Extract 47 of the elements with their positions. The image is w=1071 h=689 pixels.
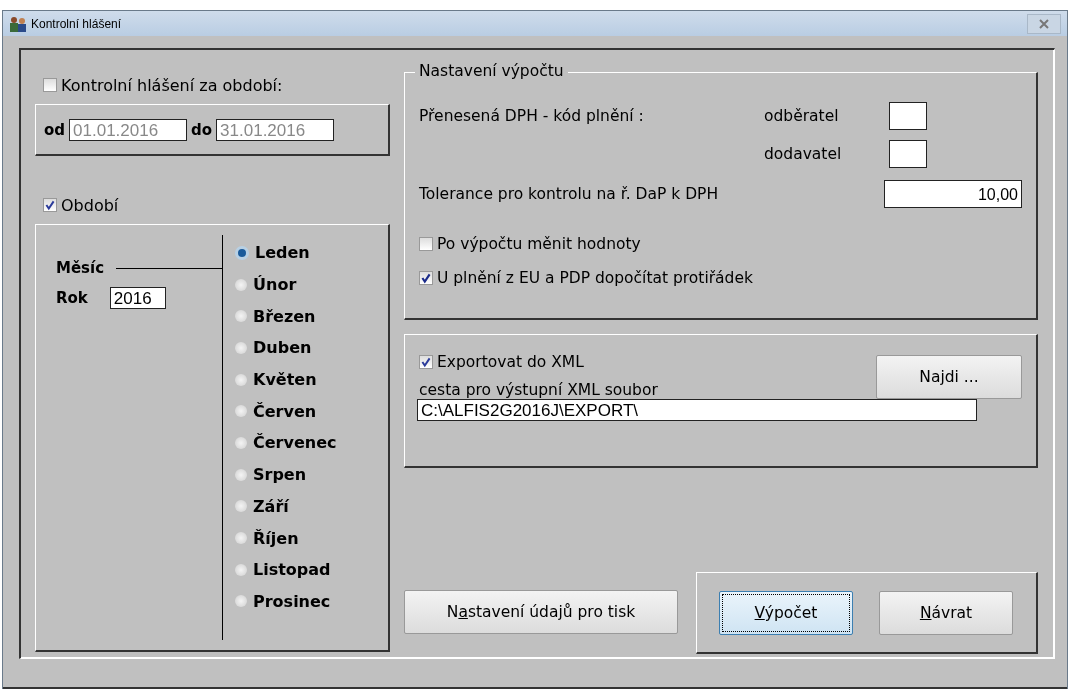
checkbox[interactable] (419, 271, 433, 285)
path-field[interactable]: C:\ALFIS2G2016J\EXPORT\ (417, 399, 977, 421)
supplier-label: dodavatel (764, 145, 843, 163)
close-icon (1038, 18, 1050, 29)
month-radio[interactable]: Květen (235, 363, 337, 396)
tolerance-field[interactable]: 10,00 (884, 180, 1022, 208)
customer-label: odběratel (764, 107, 840, 125)
close-button[interactable] (1027, 13, 1061, 34)
customer-code-field[interactable] (889, 102, 927, 130)
path-label: cesta pro výstupní XML soubor (419, 381, 658, 399)
print-settings-button[interactable]: Nastavení údajů pro tisk (404, 590, 678, 634)
checkbox-label: Exportovat do XML (437, 353, 584, 371)
year-label: Rok (56, 289, 88, 307)
date-field[interactable]: 31.01.2016 (216, 118, 335, 141)
calculate-button[interactable]: Výpočet (719, 590, 853, 635)
month-radio[interactable]: Červenec (235, 427, 337, 459)
checkbox[interactable] (419, 237, 433, 251)
checkbox[interactable] (419, 355, 433, 369)
month-radio[interactable]: Srpen (235, 458, 337, 491)
people-icon (9, 15, 27, 32)
year-field[interactable]: 2016 (109, 287, 166, 309)
window-title: Kontrolní hlášení (31, 16, 122, 31)
find-button[interactable]: Najdi ... (876, 355, 1022, 399)
month-label: Měsíc (56, 259, 105, 277)
checkbox-label: Období (61, 195, 119, 215)
month-radio[interactable]: Leden (235, 237, 337, 269)
checkbox[interactable] (43, 78, 57, 92)
tolerance-label: Tolerance pro kontrolu na ř. DaP k DPH (419, 185, 720, 203)
month-radio[interactable]: Únor (235, 268, 337, 301)
checkbox-label: Kontrolní hlášení za období: (61, 75, 283, 95)
month-radio[interactable]: Březen (235, 300, 337, 333)
month-radio[interactable]: Říjen (235, 522, 337, 554)
date-field[interactable]: 01.01.2016 (69, 118, 188, 141)
supplier-code-field[interactable] (889, 140, 927, 168)
transfer-label: Přenesená DPH - kód plnění : (419, 107, 645, 125)
from-label: od (44, 120, 66, 139)
checkbox-label: Po výpočtu měnit hodnoty (437, 235, 641, 253)
checkbox[interactable] (43, 198, 57, 212)
checkbox-label: U plnění z EU a PDP dopočítat protiřádek (437, 269, 753, 287)
month-radio[interactable]: Prosinec (235, 585, 337, 618)
group-title: Nastavení výpočtu (415, 62, 568, 80)
to-label: do (191, 120, 213, 139)
month-radio[interactable]: Červen (235, 395, 337, 428)
month-radio[interactable]: Listopad (235, 553, 337, 586)
month-radio[interactable]: Září (235, 490, 337, 523)
month-radio[interactable]: Duben (235, 332, 337, 364)
return-button[interactable]: Návrat (879, 590, 1013, 635)
